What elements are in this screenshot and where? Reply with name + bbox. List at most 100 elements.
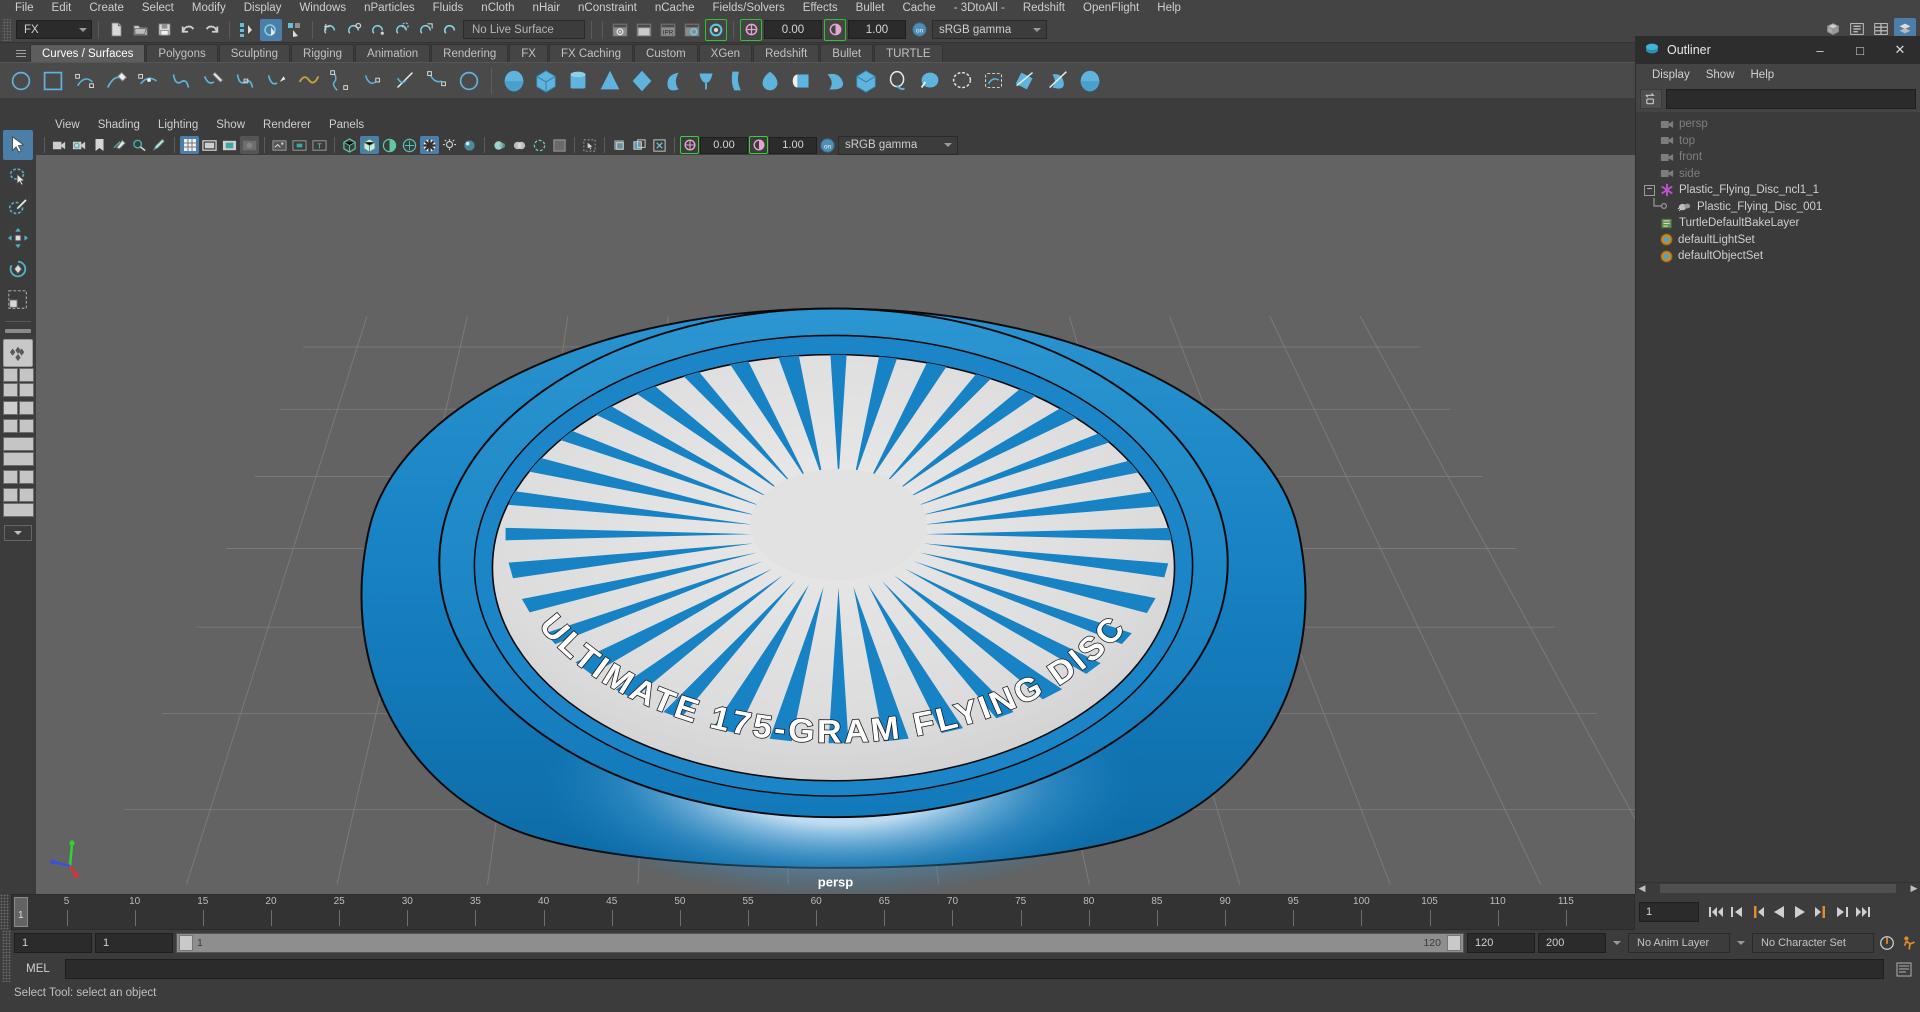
shelf-tab-turtle[interactable]: TURTLE — [874, 44, 943, 62]
shelf-tab-polygons[interactable]: Polygons — [146, 44, 218, 62]
square-surface-icon[interactable] — [883, 66, 913, 96]
outliner-item-top[interactable]: top — [1636, 133, 1920, 150]
scale-tool[interactable] — [3, 285, 33, 315]
intersect-surfaces-icon[interactable] — [915, 66, 945, 96]
nurbs-circle-icon[interactable] — [6, 66, 36, 96]
anim-end-field[interactable]: 200 — [1538, 933, 1606, 953]
close-icon[interactable]: ✕ — [1880, 36, 1920, 64]
birail-icon[interactable] — [819, 66, 849, 96]
lasso-select-tool[interactable] — [3, 161, 33, 191]
camera-attributes-icon[interactable] — [70, 136, 89, 154]
nurbs-cylinder-icon[interactable] — [563, 66, 593, 96]
ipr-render-button[interactable]: IPR — [657, 19, 679, 41]
depth-of-field-icon[interactable] — [530, 136, 549, 154]
smooth-shade-all-icon[interactable] — [360, 136, 379, 154]
shelf-tab-rendering[interactable]: Rendering — [431, 44, 509, 62]
chevron-down-icon[interactable] — [1613, 941, 1621, 945]
viewport-color-space-selector[interactable]: sRGB gamma — [838, 135, 958, 155]
gate-mask-icon[interactable] — [240, 136, 259, 154]
viewport-exposure-toggle[interactable] — [680, 136, 699, 154]
outliner-item-defaultobjectset[interactable]: defaultObjectSet — [1636, 248, 1920, 265]
shadows-icon[interactable] — [440, 136, 459, 154]
shelf-tab-sculpting[interactable]: Sculpting — [218, 44, 291, 62]
untrim-icon[interactable] — [1011, 66, 1041, 96]
cut-curve-icon[interactable] — [422, 66, 452, 96]
extrude-icon[interactable] — [787, 66, 817, 96]
menu-help[interactable]: Help — [1148, 0, 1190, 17]
rotate-tool[interactable] — [3, 254, 33, 284]
pencil-curve-tool-icon[interactable] — [102, 66, 132, 96]
sculpt-geometry-icon[interactable] — [1043, 66, 1073, 96]
menu-edit[interactable]: Edit — [43, 0, 81, 17]
menu-set-selector[interactable]: FX — [16, 20, 92, 39]
playback-end-field[interactable]: 120 — [1467, 933, 1535, 953]
step-forward-frame-button[interactable] — [1811, 901, 1831, 923]
use-default-lighting-icon[interactable] — [420, 136, 439, 154]
viewport-gamma-toggle[interactable] — [749, 136, 768, 154]
wireframe-shading-icon[interactable] — [340, 136, 359, 154]
menu-display[interactable]: Display — [235, 0, 291, 17]
select-by-hierarchy-button[interactable] — [236, 19, 258, 41]
layout-preset-persp-graph[interactable] — [2, 419, 34, 433]
shelf-menu-icon[interactable] — [12, 44, 30, 62]
maximize-icon[interactable]: □ — [1840, 36, 1880, 64]
viewport-menu-show[interactable]: Show — [207, 116, 254, 134]
menu-nhair[interactable]: nHair — [524, 0, 569, 17]
outliner-item-front[interactable]: front — [1636, 149, 1920, 166]
curve-fillet-icon[interactable] — [358, 66, 388, 96]
exposure-toggle-button[interactable] — [740, 18, 762, 41]
menu-file[interactable]: File — [6, 0, 43, 17]
hud-toggle-icon[interactable] — [290, 136, 309, 154]
shelf-tab-xgen[interactable]: XGen — [698, 44, 753, 62]
gamma-field[interactable]: 1.00 — [848, 20, 906, 39]
color-space-selector[interactable]: sRGB gamma — [932, 20, 1047, 39]
status-line-gripper[interactable] — [2, 18, 11, 41]
nurbs-plane-icon[interactable] — [627, 66, 657, 96]
anim-start-field[interactable]: 1 — [14, 933, 92, 953]
menu-select[interactable]: Select — [133, 0, 183, 17]
outliner-item-side[interactable]: side — [1636, 166, 1920, 183]
nurbs-square-icon[interactable] — [38, 66, 68, 96]
current-time-indicator[interactable]: 1 — [14, 897, 28, 927]
nurbs-sphere-icon[interactable] — [499, 66, 529, 96]
scroll-left-arrow-icon[interactable]: ◀ — [1636, 883, 1648, 894]
save-scene-button[interactable] — [153, 19, 175, 41]
menu-windows[interactable]: Windows — [290, 0, 355, 17]
command-language-label[interactable]: MEL — [15, 963, 61, 975]
outliner-tree[interactable]: persp top front side − Plastic_Flying_Disc_nc… — [1636, 112, 1920, 882]
snap-to-curve-button[interactable] — [343, 19, 365, 41]
make-live-button[interactable] — [439, 19, 461, 41]
color-management-toggle[interactable]: on — [908, 19, 930, 41]
grid-toggle-icon[interactable] — [180, 136, 199, 154]
range-bar[interactable]: 1 120 — [176, 933, 1464, 953]
shelf-tab-bullet[interactable]: Bullet — [820, 44, 874, 62]
outliner-item-defaultlightset[interactable]: defaultLightSet — [1636, 232, 1920, 249]
viewport-menu-lighting[interactable]: Lighting — [149, 116, 207, 134]
viewport-gamma-field[interactable]: 1.00 — [769, 136, 817, 154]
layout-preset-persp-render[interactable] — [2, 488, 34, 517]
xray-active-components-icon[interactable] — [650, 136, 669, 154]
character-set-selector[interactable]: No Character Set — [1752, 933, 1874, 953]
layout-preset-single-persp[interactable] — [2, 368, 34, 397]
revolve-icon[interactable] — [691, 66, 721, 96]
surface-fillet-icon[interactable] — [1075, 66, 1105, 96]
menu-fluids[interactable]: Fluids — [424, 0, 473, 17]
range-start-field[interactable]: 1 — [95, 933, 173, 953]
grease-pencil-icon[interactable] — [150, 136, 169, 154]
snap-to-view-planes-button[interactable] — [415, 19, 437, 41]
select-tool[interactable] — [3, 130, 33, 160]
three-point-arc-icon[interactable] — [198, 66, 228, 96]
menu-ncache[interactable]: nCache — [646, 0, 704, 17]
script-editor-button[interactable] — [1888, 959, 1920, 979]
insert-knot-icon[interactable] — [294, 66, 324, 96]
snap-to-point-button[interactable] — [367, 19, 389, 41]
scroll-right-arrow-icon[interactable]: ▶ — [1908, 883, 1920, 894]
redo-button[interactable] — [201, 19, 223, 41]
layout-preset-hypershade[interactable] — [2, 437, 34, 466]
bookmark-icon[interactable] — [90, 136, 109, 154]
outliner-horizontal-scrollbar[interactable]: ◀ ▶ — [1636, 882, 1920, 894]
shelf-tab-custom[interactable]: Custom — [634, 44, 698, 62]
live-surface-field[interactable]: No Live Surface — [463, 20, 585, 39]
select-by-object-type-button[interactable] — [260, 18, 282, 41]
shaded-wireframe-icon[interactable] — [380, 136, 399, 154]
